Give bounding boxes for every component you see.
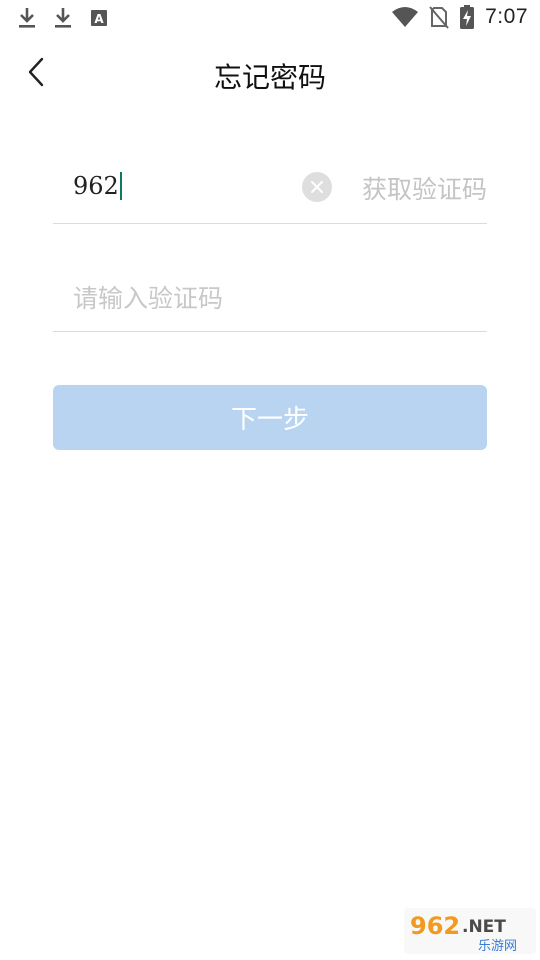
status-bar: A 7:07 xyxy=(0,0,540,36)
svg-text:962: 962 xyxy=(410,912,460,940)
close-circle-icon xyxy=(311,181,323,193)
download-icon xyxy=(55,8,71,28)
get-code-button[interactable]: 获取验证码 xyxy=(362,170,487,206)
next-button[interactable]: 下一步 xyxy=(53,385,487,450)
header: 忘记密码 xyxy=(0,44,540,100)
site-watermark-logo: 962 .NET 乐游网 xyxy=(404,908,536,954)
svg-text:A: A xyxy=(94,12,104,26)
status-bar-system: 7:07 xyxy=(391,4,528,30)
verification-code-input[interactable] xyxy=(73,278,473,318)
phone-field: 962 获取验证码 xyxy=(53,154,487,224)
clear-button[interactable] xyxy=(302,172,332,202)
font-a-icon: A xyxy=(91,10,107,26)
no-sim-icon xyxy=(429,6,449,29)
status-time: 7:07 xyxy=(485,5,528,28)
phone-input-value: 962 xyxy=(73,172,119,200)
download-icon xyxy=(19,8,35,28)
page-title: 忘记密码 xyxy=(213,61,326,94)
svg-text:.NET: .NET xyxy=(462,917,506,937)
svg-text:乐游网: 乐游网 xyxy=(478,939,517,954)
status-bar-notifications: A xyxy=(16,6,110,30)
wifi-icon xyxy=(392,7,419,27)
code-field xyxy=(53,262,487,332)
phone-input[interactable]: 962 xyxy=(73,172,122,200)
battery-charging-icon xyxy=(460,5,475,29)
text-caret xyxy=(119,172,122,200)
